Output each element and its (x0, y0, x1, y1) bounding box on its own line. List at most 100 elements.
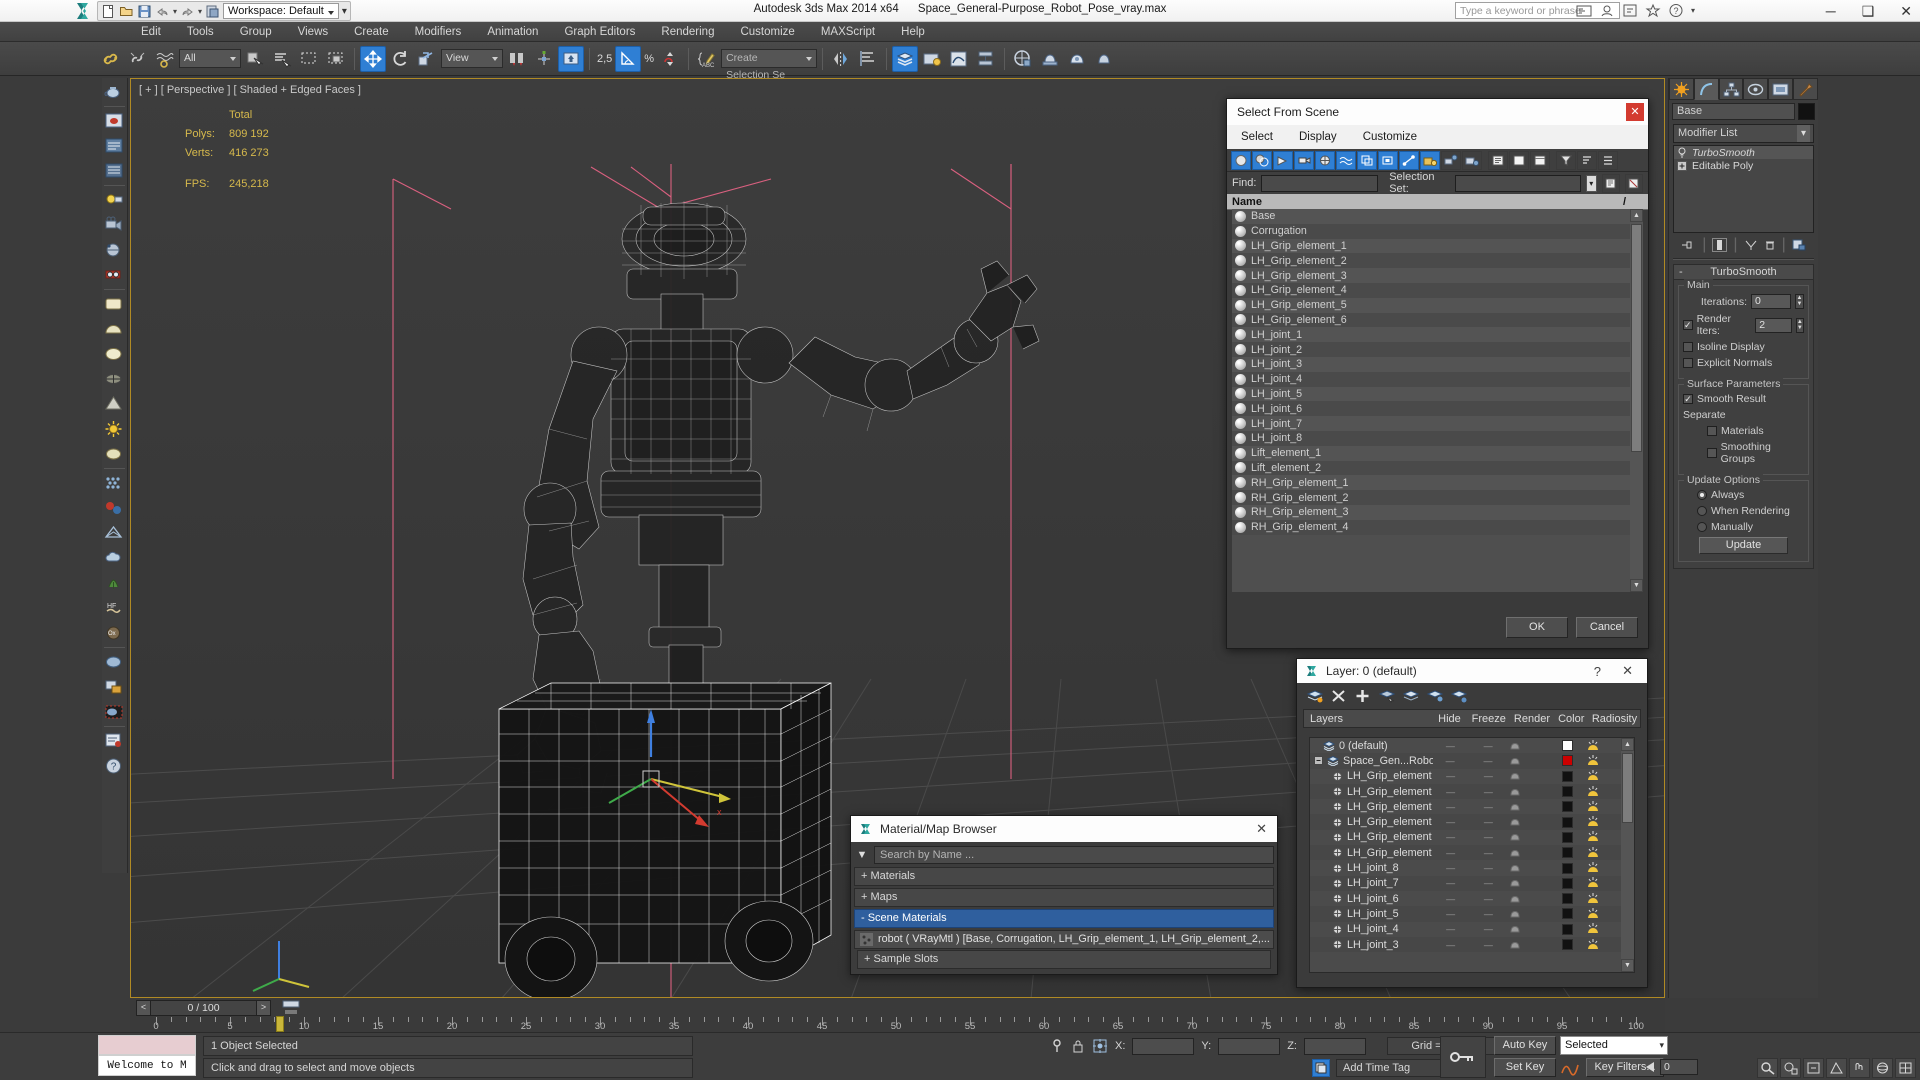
layer-hide-cell[interactable]: — (1433, 756, 1467, 766)
absolute-relative-mode-icon[interactable] (1092, 1038, 1108, 1054)
layer-render-cell[interactable] (1509, 817, 1551, 827)
layer-color-cell[interactable] (1551, 786, 1585, 798)
unlink-selection-icon[interactable] (125, 46, 151, 72)
layer-name-cell[interactable]: LH_joint_3 (1310, 939, 1434, 951)
set-key-button[interactable]: Set Key (1494, 1058, 1556, 1077)
configure-modifier-sets-icon[interactable] (1792, 239, 1806, 251)
lock-selection-icon[interactable] (1071, 1038, 1085, 1054)
layer-freeze-cell[interactable]: — (1468, 741, 1510, 751)
layer-color-cell[interactable] (1551, 755, 1585, 767)
dialog-menu-select[interactable]: Select (1241, 131, 1273, 143)
display-columns-icon[interactable] (1530, 150, 1550, 170)
layer-color-cell[interactable] (1551, 831, 1585, 843)
cloud-effect-icon[interactable] (102, 546, 126, 570)
dialog-menu-display[interactable]: Display (1299, 131, 1337, 143)
select-and-scale-icon[interactable] (414, 46, 440, 72)
list-panel-icon[interactable] (102, 134, 126, 158)
highlight-selected-objects-icon[interactable] (1403, 689, 1419, 703)
layer-row[interactable]: LH_Grip_element — — (1310, 799, 1634, 814)
mmb-group-scene-materials[interactable]: - Scene Materials (854, 909, 1274, 928)
display-groups-icon[interactable] (1357, 150, 1377, 170)
menu-item-help[interactable]: Help (888, 22, 938, 42)
remove-modifier-icon[interactable] (1764, 239, 1776, 251)
align-icon[interactable] (855, 46, 881, 72)
layer-freeze-cell[interactable]: — (1468, 863, 1510, 873)
layer-list[interactable]: 0 (default) — — Space_Gen...Robot — — LH_Grip_… (1309, 737, 1635, 973)
layer-name-cell[interactable]: LH_joint_4 (1310, 923, 1434, 935)
layer-color-swatch[interactable] (1562, 877, 1574, 889)
layer-color-swatch[interactable] (1562, 770, 1574, 782)
help-question-icon[interactable]: ? (102, 754, 126, 778)
layer-color-swatch[interactable] (1562, 908, 1574, 920)
sun-light-icon[interactable] (102, 417, 126, 441)
layer-color-cell[interactable] (1551, 770, 1585, 782)
cone-material-icon[interactable] (102, 392, 126, 416)
header-freeze[interactable]: Freeze (1467, 713, 1510, 725)
dialog-menu-customize[interactable]: Customize (1363, 131, 1417, 143)
display-bones-icon[interactable] (1399, 150, 1419, 170)
select-and-link-icon[interactable] (98, 46, 124, 72)
iterations-input[interactable]: 0 (1751, 294, 1791, 309)
layer-help-button[interactable]: ? (1594, 664, 1601, 679)
separate-materials-checkbox[interactable] (1707, 426, 1717, 436)
go-to-start-icon[interactable] (1640, 1060, 1657, 1074)
sphere-material-icon[interactable] (102, 342, 126, 366)
layer-scrollbar[interactable]: ▲ ▼ (1621, 738, 1634, 972)
modifier-list-combo[interactable]: Modifier List (1673, 124, 1814, 143)
render-frame-window-icon[interactable] (1064, 46, 1090, 72)
render-iters-checkbox[interactable]: ✓ (1683, 320, 1693, 330)
scene-object-row[interactable]: LH_joint_8 (1232, 430, 1643, 446)
layer-color-cell[interactable] (1551, 801, 1585, 813)
delete-layer-icon[interactable] (1331, 689, 1347, 703)
layer-name-cell[interactable]: LH_Grip_element (1310, 847, 1434, 859)
space-warp-icon[interactable] (102, 521, 126, 545)
scene-object-row[interactable]: LH_joint_2 (1232, 342, 1643, 357)
key-mode-selector[interactable]: Selected (1560, 1036, 1668, 1055)
layer-hide-cell[interactable]: — (1434, 832, 1468, 842)
separate-smoothing-checkbox[interactable] (1707, 448, 1717, 458)
isoline-display-checkbox[interactable] (1683, 342, 1693, 352)
header-hide[interactable]: Hide (1432, 713, 1467, 725)
layer-render-cell[interactable] (1509, 848, 1551, 858)
auto-key-button[interactable]: Auto Key (1494, 1036, 1556, 1055)
layer-hide-cell[interactable]: — (1434, 940, 1468, 950)
tab-utilities[interactable] (1793, 78, 1818, 100)
layer-close-button[interactable]: ✕ (1622, 663, 1633, 679)
expand-minus-icon[interactable] (1314, 756, 1323, 766)
list-vertical-scrollbar[interactable]: ▲ ▼ (1630, 209, 1643, 592)
display-geometry-icon[interactable] (1231, 150, 1251, 170)
set-current-layer-icon[interactable] (1451, 689, 1467, 703)
pin-stack-icon[interactable] (1681, 239, 1696, 252)
layer-color-cell[interactable] (1551, 893, 1585, 905)
menu-item-edit[interactable]: Edit (128, 22, 174, 42)
layer-hide-cell[interactable]: — (1434, 894, 1468, 904)
layer-row[interactable]: LH_Grip_element — — (1310, 830, 1634, 845)
layer-render-cell[interactable] (1509, 878, 1551, 888)
layer-freeze-cell[interactable]: — (1468, 771, 1510, 781)
scene-object-row[interactable]: LH_joint_1 (1232, 327, 1643, 343)
scene-object-row[interactable]: RH_Grip_element_1 (1232, 475, 1643, 491)
tab-display[interactable] (1768, 78, 1794, 100)
filter-funnel-icon[interactable] (1556, 150, 1576, 170)
layer-color-cell[interactable] (1551, 939, 1585, 950)
scene-object-row[interactable]: Lift_element_1 (1232, 445, 1643, 461)
signin-icon[interactable] (1576, 3, 1592, 18)
layer-freeze-cell[interactable]: — (1467, 756, 1509, 766)
edit-named-selection-sets-icon[interactable]: ABC (694, 46, 720, 72)
rectangular-selection-region-icon[interactable] (296, 46, 322, 72)
dialog-close-button[interactable]: ✕ (1626, 103, 1644, 121)
camera-icon[interactable] (102, 213, 126, 237)
save-selection-set-icon[interactable] (1601, 173, 1620, 193)
material-editor-icon[interactable] (1010, 46, 1036, 72)
layer-freeze-cell[interactable]: — (1468, 894, 1510, 904)
header-radiosity[interactable]: Radiosity (1589, 713, 1640, 725)
layer-row[interactable]: LH_joint_6 — — (1310, 891, 1634, 906)
rollout-collapse-glyph[interactable]: - (1679, 265, 1683, 280)
maximize-viewport-icon[interactable] (1895, 1058, 1916, 1078)
layer-hide-cell[interactable]: — (1434, 771, 1468, 781)
asset-tracking-icon[interactable] (102, 729, 126, 753)
schematic-view-icon[interactable] (973, 46, 999, 72)
display-shapes-icon[interactable] (1252, 150, 1272, 170)
layer-hide-cell[interactable]: — (1434, 909, 1468, 919)
update-option-manually[interactable]: Manually (1683, 521, 1804, 533)
